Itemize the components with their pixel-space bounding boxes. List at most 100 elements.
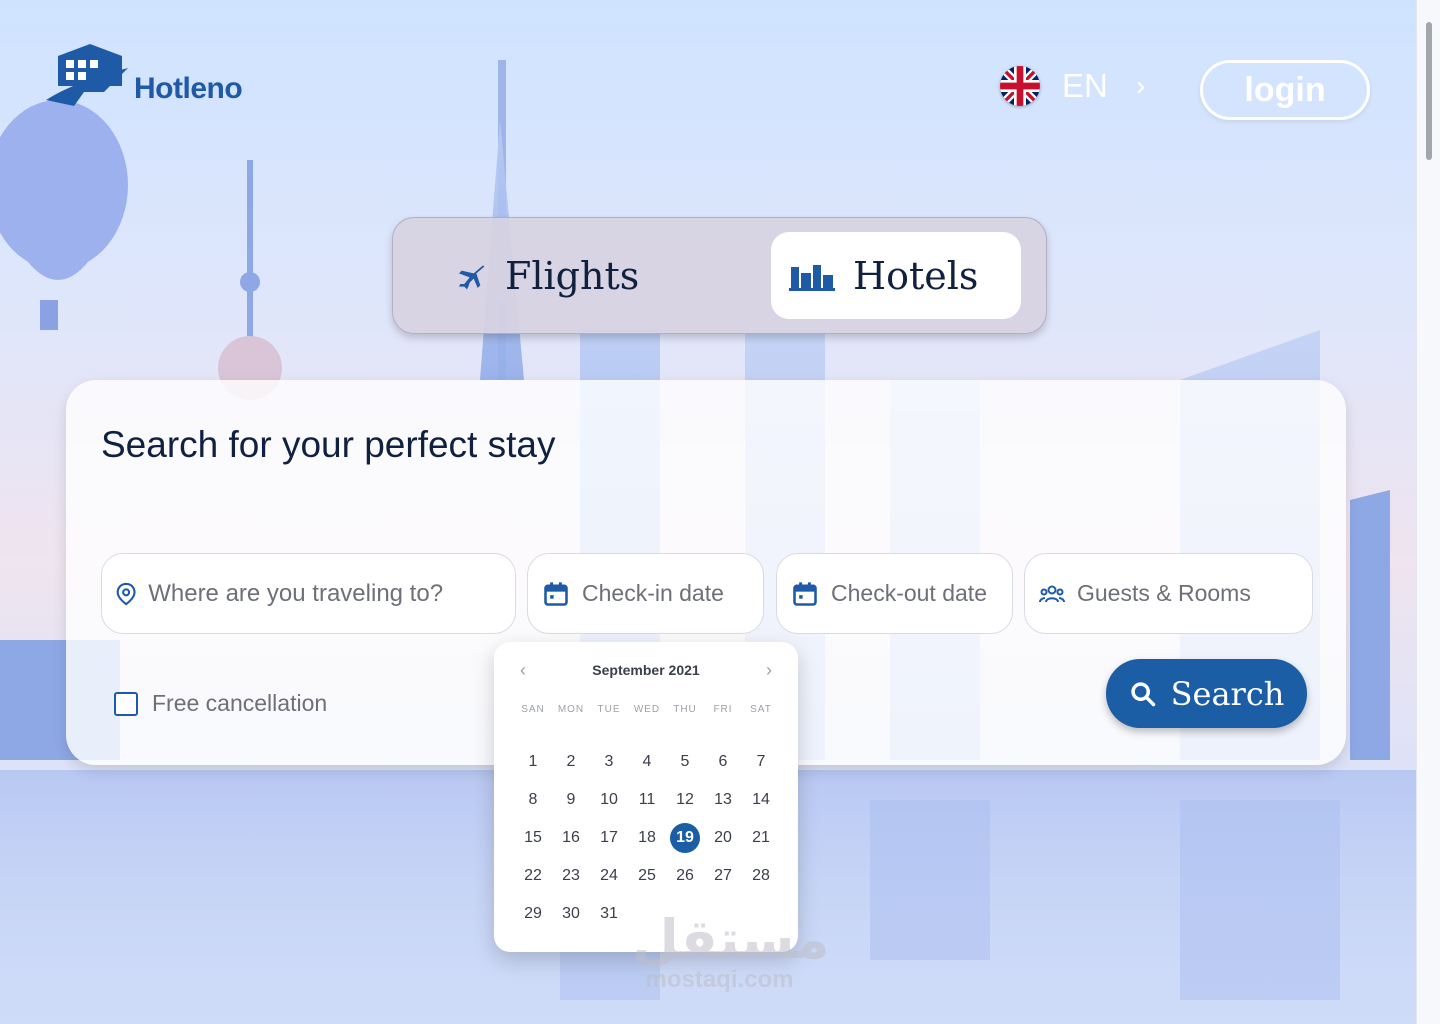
calendar-day[interactable]: 1 [514,743,552,781]
language-selector[interactable]: EN › [1000,66,1145,106]
calendar-day-number: 28 [752,867,770,884]
calendar-day-number: 17 [600,829,618,846]
calendar-day[interactable]: 18 [628,819,666,857]
language-code: EN [1062,67,1108,104]
weekday-label: WED [633,704,661,715]
watermark-latin: mostaqi.com [645,966,794,993]
page-scrollbar[interactable] [1416,0,1440,1024]
calendar-day-number: 14 [752,791,770,808]
search-icon [1130,681,1155,706]
calendar-day[interactable]: 17 [590,819,628,857]
calendar-day-number: 15 [524,829,542,846]
calendar-day[interactable]: 22 [514,857,552,895]
chevron-right-icon: › [1135,70,1146,101]
checkin-label: Check-in date [582,580,724,606]
calendar-day-number: 20 [714,829,732,846]
watermark: مستقل mostaqi.com [632,910,830,994]
calendar-day-number: 22 [524,867,542,884]
weekday-header: SAN MON TUE WED THU FRI SAT [514,704,780,715]
hotel-plane-logo-icon [46,44,128,106]
calendar-day[interactable]: 15 [514,819,552,857]
tab-flights-label: Flights [505,253,640,298]
calendar-day-number: 23 [562,867,580,884]
calendar-icon [544,581,568,606]
calendar-day[interactable]: 23 [552,857,590,895]
weekday-label: SAN [521,704,545,715]
plane-icon [459,264,485,289]
destination-input[interactable] [148,579,515,608]
calendar-day[interactable]: 30 [552,895,590,933]
tab-flights[interactable]: Flights [455,232,639,319]
calendar-day-number: 26 [676,867,694,884]
date-picker-calendar: ‹ September 2021 › SAN MON TUE WED THU FRI SAT… [494,642,798,952]
uk-flag-icon [1000,66,1040,106]
calendar-day[interactable]: 31 [590,895,628,933]
scrollbar-thumb[interactable] [1426,22,1432,160]
checkout-field[interactable]: Check-out date [776,553,1013,634]
weekday-label: MON [557,704,585,715]
weekday-label: TUE [597,704,621,715]
destination-field[interactable] [101,553,516,634]
calendar-day-number: 25 [638,867,656,884]
calendar-day[interactable]: 9 [552,781,590,819]
calendar-day[interactable]: 11 [628,781,666,819]
calendar-day[interactable]: 25 [628,857,666,895]
calendar-day[interactable]: 3 [590,743,628,781]
calendar-day-number: 31 [600,905,618,922]
calendar-day[interactable]: 4 [628,743,666,781]
guests-rooms-field[interactable]: Guests & Rooms [1024,553,1313,634]
booking-type-tabs: Flights Hotels [392,217,1047,334]
weekday-label: FRI [713,704,733,715]
calendar-day[interactable]: 7 [742,743,780,781]
calendar-day-number: 19 [670,823,700,853]
calendar-day[interactable]: 20 [704,819,742,857]
calendar-day-number: 21 [752,829,770,846]
free-cancellation-checkbox[interactable] [114,691,138,716]
calendar-day-number: 1 [528,753,538,770]
calendar-day-number: 29 [524,905,542,922]
hotel-building-icon [789,264,835,291]
calendar-days: 1 2 3 4 5 6 7 8 9 10 11 12 13 14 15 16 17 18 19 20 21 22 23 24 2… [514,743,780,933]
login-button[interactable]: login [1200,60,1370,120]
calendar-day-number: 10 [600,791,618,808]
free-cancellation-option[interactable]: Free cancellation [114,690,327,717]
calendar-day[interactable]: 6 [704,743,742,781]
checkin-field[interactable]: Check-in date [527,553,764,634]
calendar-day[interactable]: 16 [552,819,590,857]
tab-hotels-label: Hotels [853,253,979,298]
calendar-day-selected[interactable]: 19 [666,819,704,857]
calendar-day[interactable]: 28 [742,857,780,895]
calendar-day-number: 30 [562,905,580,922]
calendar-day[interactable]: 2 [552,743,590,781]
calendar-day-number: 3 [604,753,614,770]
users-icon [1039,585,1065,602]
weekday-label: SAT [750,704,772,715]
calendar-day[interactable]: 12 [666,781,704,819]
calendar-day[interactable]: 8 [514,781,552,819]
search-button[interactable]: Search [1106,659,1307,728]
calendar-day-number: 7 [756,753,766,770]
brand-logo[interactable]: Hotleno [44,42,243,108]
calendar-day[interactable]: 13 [704,781,742,819]
calendar-day[interactable]: 5 [666,743,704,781]
calendar-day[interactable]: 14 [742,781,780,819]
calendar-day-number: 9 [566,791,576,808]
calendar-day[interactable]: 24 [590,857,628,895]
calendar-day[interactable]: 21 [742,819,780,857]
search-title: Search for your perfect stay [101,424,556,465]
calendar-day[interactable]: 10 [590,781,628,819]
calendar-day[interactable]: 27 [704,857,742,895]
calendar-icon [793,581,817,606]
calendar-day-number: 24 [600,867,618,884]
guests-rooms-label: Guests & Rooms [1077,580,1251,606]
tab-hotels[interactable]: Hotels [771,232,1021,319]
free-cancellation-label: Free cancellation [152,690,328,716]
chevron-right-icon[interactable]: › [766,660,772,681]
calendar-month: September 2021 [592,662,700,678]
calendar-day[interactable]: 29 [514,895,552,933]
calendar-day-number: 11 [638,791,656,808]
location-pin-icon [116,582,136,605]
calendar-day-number: 5 [680,753,690,770]
calendar-day[interactable]: 26 [666,857,704,895]
calendar-day-number: 8 [528,791,538,808]
